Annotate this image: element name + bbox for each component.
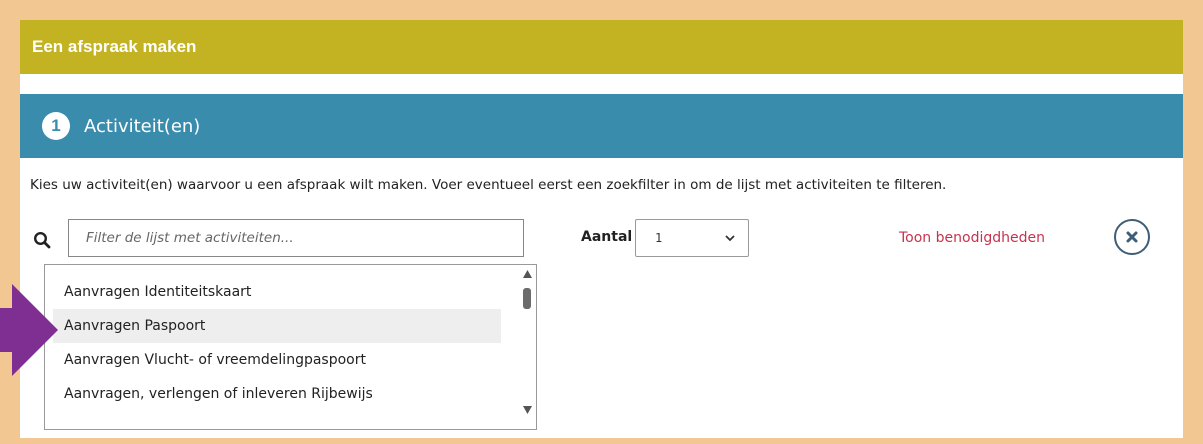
- close-button[interactable]: [1114, 219, 1150, 255]
- show-requirements-link[interactable]: Toon benodigdheden: [899, 230, 1045, 246]
- scrollbar[interactable]: [519, 265, 536, 429]
- aantal-label: Aantal: [581, 229, 633, 245]
- scroll-up-icon[interactable]: [523, 270, 532, 278]
- intro-text: Kies uw activiteit(en) waarvoor u een af…: [30, 177, 947, 193]
- list-item[interactable]: Aanvragen Vlucht- of vreemdelingpaspoort: [53, 343, 501, 377]
- scroll-thumb[interactable]: [523, 288, 531, 309]
- list-item[interactable]: Aanvragen Paspoort: [53, 309, 501, 343]
- step-number-badge: 1: [42, 112, 70, 140]
- page-title: Een afspraak maken: [20, 20, 1183, 74]
- aantal-select[interactable]: 1: [635, 219, 749, 257]
- step-title: Activiteit(en): [84, 115, 201, 137]
- list-item[interactable]: Aanvragen Identiteitskaart: [53, 275, 501, 309]
- search-icon: [33, 231, 51, 249]
- scroll-down-icon[interactable]: [523, 406, 532, 414]
- close-icon: [1126, 231, 1138, 243]
- appointment-panel: Een afspraak maken 1 Activiteit(en) Kies…: [20, 20, 1183, 438]
- filter-input[interactable]: [68, 219, 524, 257]
- list-item[interactable]: Aanvragen, verlengen of inleveren Rijbew…: [53, 377, 501, 411]
- activity-list[interactable]: Aanvragen Identiteitskaart Aanvragen Pas…: [44, 264, 537, 430]
- chevron-down-icon: [725, 235, 735, 242]
- arrow-right-icon: [0, 284, 58, 376]
- aantal-selected-value: 1: [655, 231, 663, 245]
- step-header: 1 Activiteit(en): [20, 94, 1183, 158]
